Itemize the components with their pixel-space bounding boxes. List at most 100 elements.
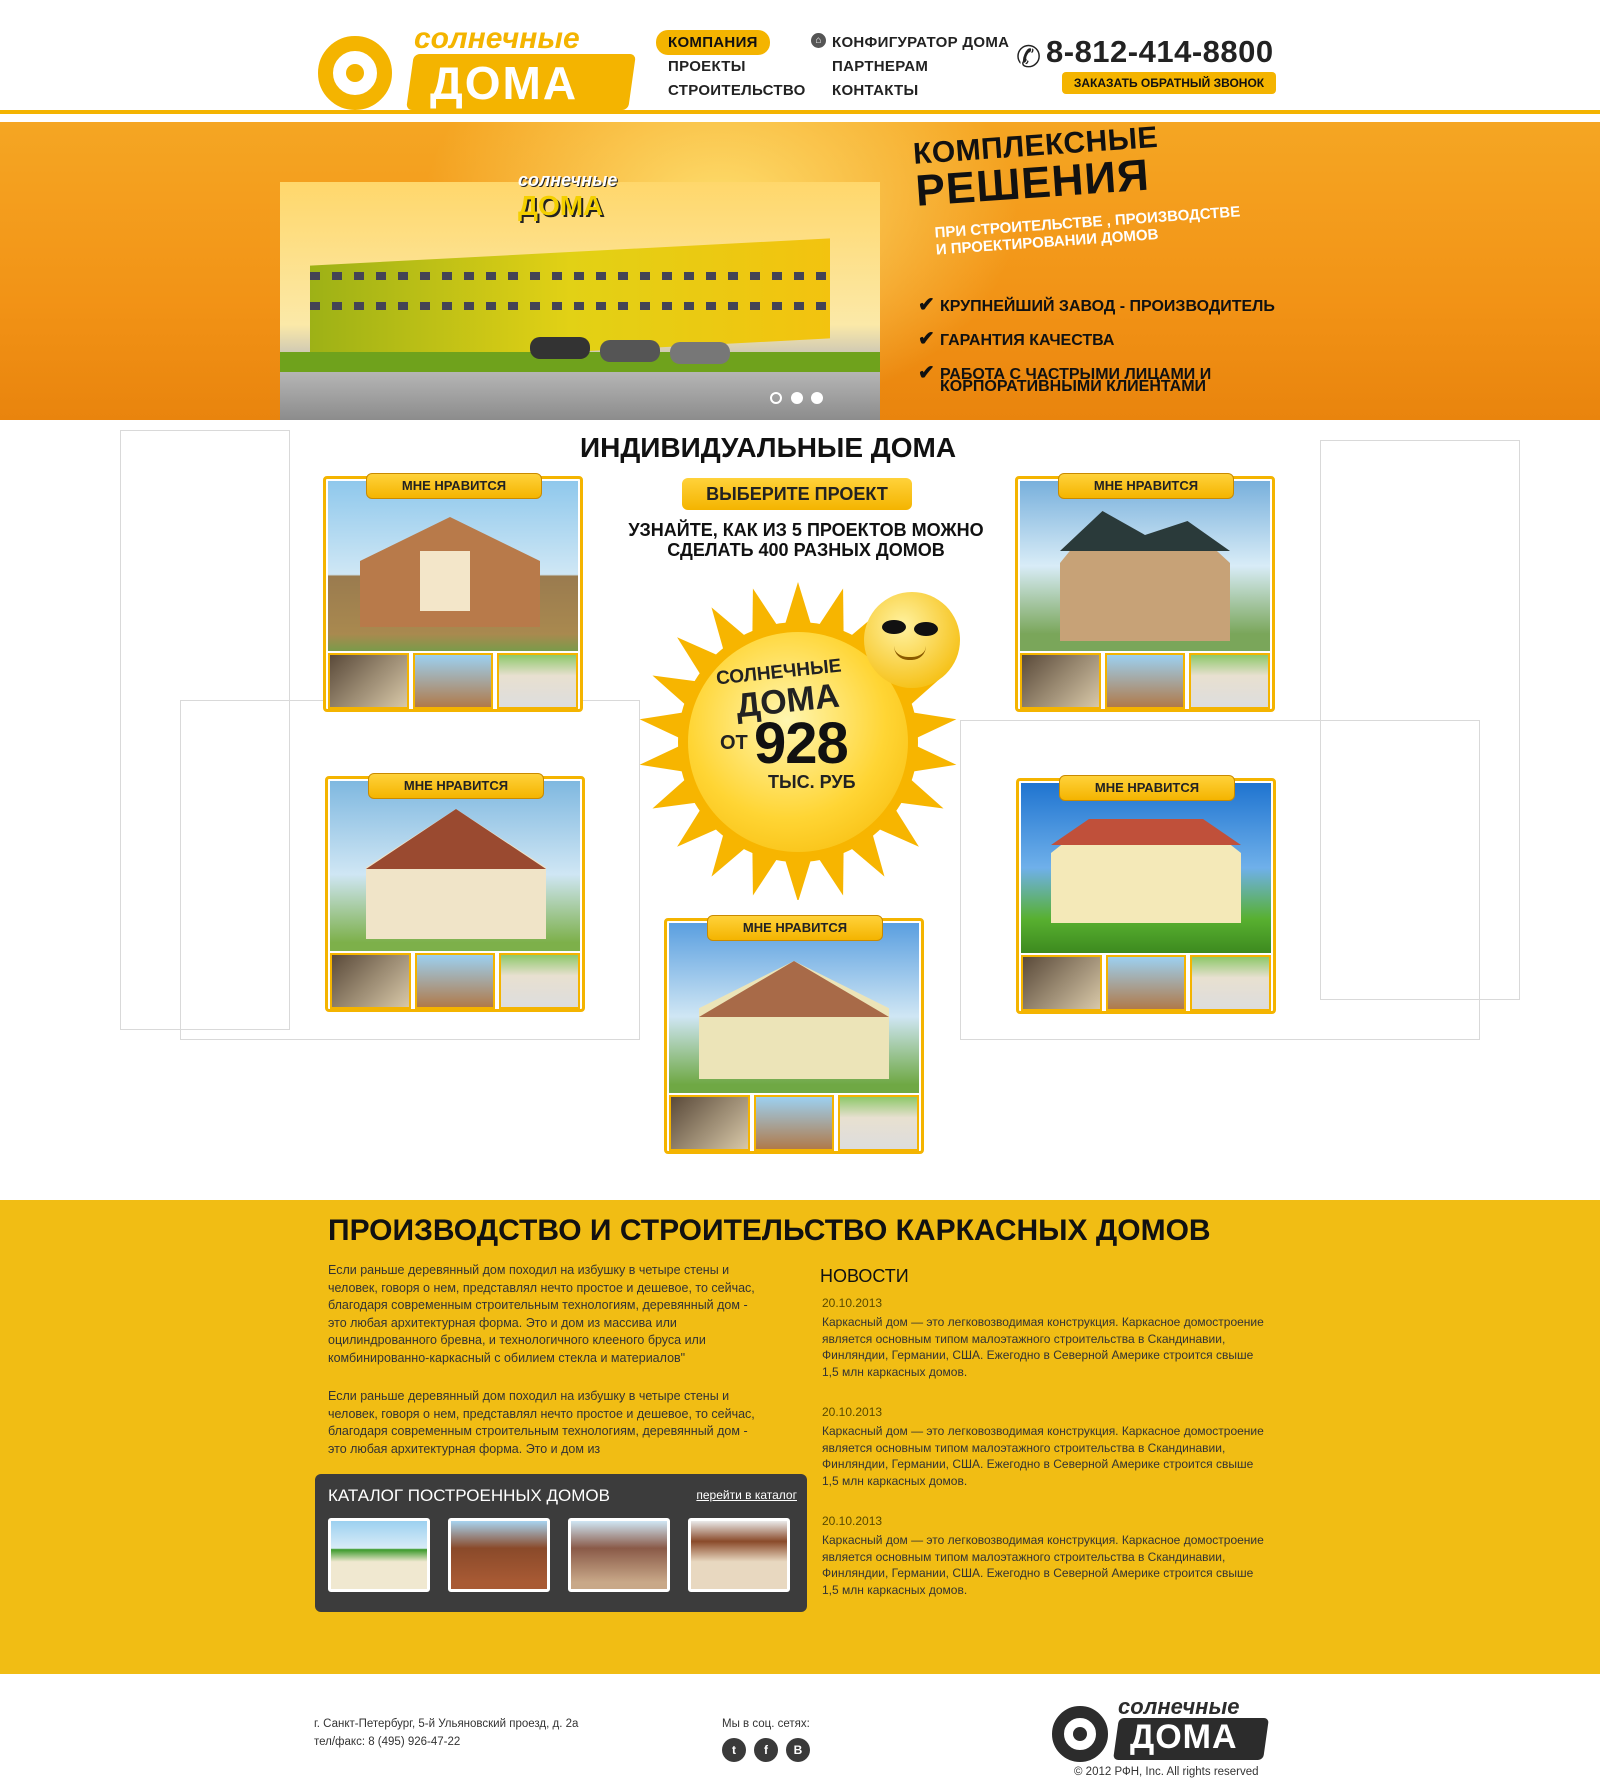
site-footer (0, 1674, 1600, 1792)
project-thumbnails (326, 653, 580, 709)
choose-project-button[interactable]: ВЫБЕРИТЕ ПРОЕКТ (682, 478, 912, 510)
thumbnail-stairs[interactable] (328, 653, 409, 709)
news-text[interactable]: Каркасный дом — это легковозводимая конс… (822, 1314, 1272, 1380)
project-image[interactable] (1021, 783, 1271, 953)
projects-title: ИНДИВИДУАЛЬНЫЕ ДОМА (580, 432, 957, 463)
nav-configurator[interactable]: КОНФИГУРАТОР ДОМА (832, 34, 1009, 51)
phone-number[interactable]: 8-812-414-8800 (1046, 34, 1274, 70)
sun-ray (903, 742, 957, 773)
like-button[interactable]: МНЕ НРАВИТСЯ (366, 473, 542, 499)
info-paragraph-1: Если раньше деревянный дом походил на из… (328, 1263, 755, 1365)
banner-headline: КОМПЛЕКСНЫЕ РЕШЕНИЯ ПРИ СТРОИТЕЛЬСТВЕ , … (912, 116, 1242, 260)
footer-logo-bottom: ДОМА (1130, 1718, 1238, 1756)
thumbnail-facade[interactable] (414, 953, 496, 1009)
sun-unit: ТЫС. РУБ (768, 772, 856, 792)
thumbnail-garage[interactable] (497, 653, 579, 709)
sun-ray (639, 711, 693, 742)
project-image[interactable] (328, 481, 578, 651)
news-text[interactable]: Каркасный дом — это легковозводимая конс… (822, 1532, 1272, 1598)
phone-icon: ✆ (1016, 41, 1042, 74)
project-image[interactable] (330, 781, 580, 951)
nav-construction[interactable]: СТРОИТЕЛЬСТВО (668, 82, 806, 99)
logo-text-top: солнечные (414, 22, 580, 55)
project-card-3[interactable]: МНЕ НРАВИТСЯ (325, 773, 585, 1012)
thumbnail-facade[interactable] (1105, 955, 1187, 1011)
project-thumbnails (1019, 955, 1273, 1011)
logo-text-bottom: ДОМА (430, 57, 579, 109)
thumbnail-garage[interactable] (499, 953, 581, 1009)
project-card-5[interactable]: МНЕ НРАВИТСЯ (664, 915, 924, 1154)
check-icon: ✔ (918, 362, 935, 384)
twitter-icon[interactable]: t (722, 1738, 746, 1762)
catalog-thumbnail[interactable] (328, 1518, 430, 1592)
like-button[interactable]: МНЕ НРАВИТСЯ (1058, 473, 1234, 499)
footer-logo-top: солнечные (1118, 1694, 1240, 1719)
thumbnail-stairs[interactable] (669, 1095, 750, 1151)
feature-3-line2: КОРПОРАТИВНЫМИ КЛИЕНТАМИ (940, 378, 1207, 395)
thumbnail-stairs[interactable] (1021, 955, 1102, 1011)
like-button[interactable]: МНЕ НРАВИТСЯ (1059, 775, 1235, 801)
project-thumbnails (328, 953, 582, 1009)
header-divider (0, 110, 1600, 114)
check-icon: ✔ (918, 328, 935, 350)
news-date: 20.10.2013 (822, 1296, 883, 1310)
news-date: 20.10.2013 (822, 1405, 883, 1419)
like-button[interactable]: МНЕ НРАВИТСЯ (707, 915, 883, 941)
home-icon[interactable]: ⌂ (811, 33, 826, 48)
news-text[interactable]: Каркасный дом — это легковозводимая конс… (822, 1423, 1272, 1489)
thumbnail-facade[interactable] (412, 653, 494, 709)
slider-dot-2[interactable] (791, 392, 803, 404)
catalog-panel: КАТАЛОГ ПОСТРОЕННЫХ ДОМОВ перейти в ката… (315, 1474, 807, 1612)
building-logo-bottom: ДОМА (518, 190, 604, 221)
thumbnail-garage[interactable] (1190, 955, 1272, 1011)
info-paragraph-2: Если раньше деревянный дом походил на из… (328, 1389, 755, 1456)
feature-2-text: ГАРАНТИЯ КАЧЕСТВА (940, 332, 1115, 349)
facebook-icon[interactable]: f (754, 1738, 778, 1762)
nav-projects[interactable]: ПРОЕКТЫ (668, 58, 746, 75)
copyright: © 2012 РФН, Inc. All rights reserved (1074, 1766, 1259, 1778)
site-logo[interactable]: солнечные ДОМА (318, 22, 636, 116)
check-icon: ✔ (918, 294, 935, 316)
thumbnail-garage[interactable] (1189, 653, 1271, 709)
callback-button[interactable]: ЗАКАЗАТЬ ОБРАТНЫЙ ЗВОНОК (1062, 72, 1276, 94)
project-image[interactable] (1020, 481, 1270, 651)
catalog-thumbnail[interactable] (448, 1518, 550, 1592)
sun-ray (782, 850, 814, 900)
feature-1: ✔ КРУПНЕЙШИЙ ЗАВОД - ПРОИЗВОДИТЕЛЬ (918, 292, 1275, 317)
project-thumbnails (1018, 653, 1272, 709)
project-card-1[interactable]: МНЕ НРАВИТСЯ (323, 473, 583, 712)
news-date: 20.10.2013 (822, 1514, 883, 1528)
hero-banner: солнечные ДОМА КОМПЛЕКСНЫЕ РЕШЕНИЯ ПРИ С… (0, 121, 1600, 420)
thumbnail-stairs[interactable] (330, 953, 411, 1009)
project-image[interactable] (669, 923, 919, 1093)
sun-ray (782, 582, 814, 634)
project-card-4[interactable]: МНЕ НРАВИТСЯ (1016, 775, 1276, 1014)
thumbnail-stairs[interactable] (1020, 653, 1101, 709)
info-title: ПРОИЗВОДСТВО И СТРОИТЕЛЬСТВО КАРКАСНЫХ Д… (328, 1214, 1211, 1247)
footer-logo[interactable]: солнечные ДОМА (1052, 1692, 1272, 1762)
site-header: солнечные ДОМА КОМПАНИЯ ПРОЕКТЫ СТРОИТЕЛ… (0, 0, 1600, 118)
nav-contacts[interactable]: КОНТАКТЫ (832, 82, 918, 99)
footer-address: г. Санкт-Петербург, 5-й Ульяновский прое… (314, 1718, 579, 1730)
nav-partners[interactable]: ПАРТНЕРАМ (832, 58, 928, 75)
blogger-icon[interactable]: B (786, 1738, 810, 1762)
catalog-thumbnail[interactable] (688, 1518, 790, 1592)
tagline-line1: УЗНАЙТЕ, КАК ИЗ 5 ПРОЕКТОВ МОЖНО (628, 520, 984, 540)
social-label: Мы в соц. сетях: (722, 1718, 810, 1730)
tagline-line2: СДЕЛАТЬ 400 РАЗНЫХ ДОМОВ (667, 540, 945, 560)
sun-price-badge: СОЛНЕЧНЫЕ ДОМА ОТ 928 ТЫС. РУБ (628, 570, 988, 900)
like-button[interactable]: МНЕ НРАВИТСЯ (368, 773, 544, 799)
thumbnail-garage[interactable] (838, 1095, 920, 1151)
thumbnail-facade[interactable] (1104, 653, 1186, 709)
slider-dot-3[interactable] (811, 392, 823, 404)
slider-dot-1[interactable] (770, 392, 782, 404)
project-card-2[interactable]: МНЕ НРАВИТСЯ (1015, 473, 1275, 712)
footer-phone: тел/факс: 8 (495) 926-47-22 (314, 1736, 461, 1748)
thumbnail-facade[interactable] (753, 1095, 835, 1151)
nav-company[interactable]: КОМПАНИЯ (656, 30, 770, 55)
catalog-link[interactable]: перейти в каталог (696, 1488, 797, 1502)
feature-2: ✔ ГАРАНТИЯ КАЧЕСТВА (918, 326, 1114, 351)
sun-ray (639, 742, 693, 773)
building-logo: солнечные ДОМА (514, 170, 634, 226)
catalog-thumbnail[interactable] (568, 1518, 670, 1592)
